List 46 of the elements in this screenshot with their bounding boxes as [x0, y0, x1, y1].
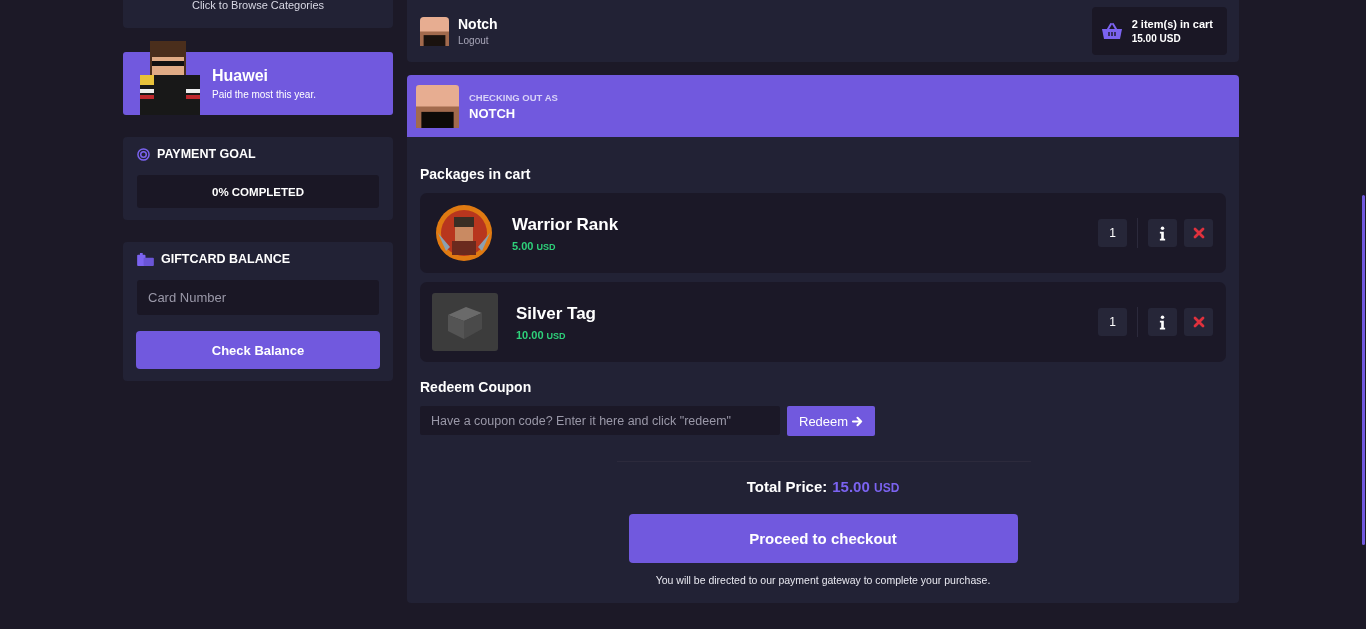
logout-link[interactable]: Logout — [458, 35, 498, 46]
categories-link[interactable]: Click to Browse Categories — [191, 0, 325, 11]
customer-caption: Paid the most this year. — [212, 89, 316, 100]
progress-text: 0% COMPLETED — [212, 185, 304, 198]
total-label: Total Price: — [746, 478, 828, 495]
info-button[interactable] — [1148, 219, 1177, 247]
avatar-icon — [416, 84, 459, 128]
basket-icon — [1101, 23, 1122, 39]
redeem-button[interactable]: Redeem — [787, 406, 876, 436]
avatar-icon — [140, 41, 200, 115]
coupon-field[interactable]: Have a coupon code? Enter it here and click "redeem" — [420, 406, 780, 435]
cart-count: 2 item(s) in cart — [1131, 18, 1213, 30]
user-name: Notch — [458, 16, 498, 32]
info-icon — [1159, 225, 1166, 241]
info-button[interactable] — [1148, 308, 1177, 336]
gateway-note: You will be directed to our payment gateway to complete your purchase. — [654, 574, 992, 586]
categories-card[interactable]: Click to Browse Categories — [123, 0, 393, 28]
remove-button[interactable] — [1184, 219, 1213, 247]
close-icon — [1192, 316, 1205, 328]
payment-goal-title: PAYMENT GOAL — [157, 147, 256, 161]
giftcard-title: GIFTCARD BALANCE — [161, 252, 291, 266]
close-icon — [1192, 227, 1205, 239]
checkout-label: CHECKING OUT AS — [469, 91, 558, 103]
target-icon — [137, 147, 150, 161]
customer-name: Huawei — [212, 67, 269, 85]
check-balance-button[interactable]: Check Balance — [136, 331, 380, 369]
cart-summary[interactable]: 2 item(s) in cart 15.00 USD — [1091, 7, 1227, 55]
package-price: 10.00 USD — [516, 328, 567, 341]
checkout-name: NOTCH — [469, 105, 517, 121]
cart-total: 15.00 USD — [1131, 33, 1182, 44]
checkout-button[interactable]: Proceed to checkout — [628, 514, 1018, 563]
package-name: Warrior Rank — [512, 214, 620, 235]
quantity-field[interactable]: 1 — [1098, 219, 1127, 247]
info-icon — [1159, 314, 1166, 330]
package-price: 5.00 USD — [512, 239, 557, 252]
quantity-field[interactable]: 1 — [1098, 308, 1127, 336]
arrow-icon — [852, 415, 864, 427]
section-title: Redeem Coupon — [420, 379, 533, 395]
package-name: Silver Tag — [516, 303, 597, 324]
giftcard-icon — [137, 252, 154, 266]
total-amount: 15.00 USD — [832, 478, 900, 495]
remove-button[interactable] — [1184, 308, 1213, 336]
section-title: Packages in cart — [420, 166, 532, 182]
avatar-icon — [420, 16, 449, 46]
scrollbar[interactable] — [1362, 195, 1365, 545]
card-number-field[interactable]: Card Number — [137, 280, 379, 315]
